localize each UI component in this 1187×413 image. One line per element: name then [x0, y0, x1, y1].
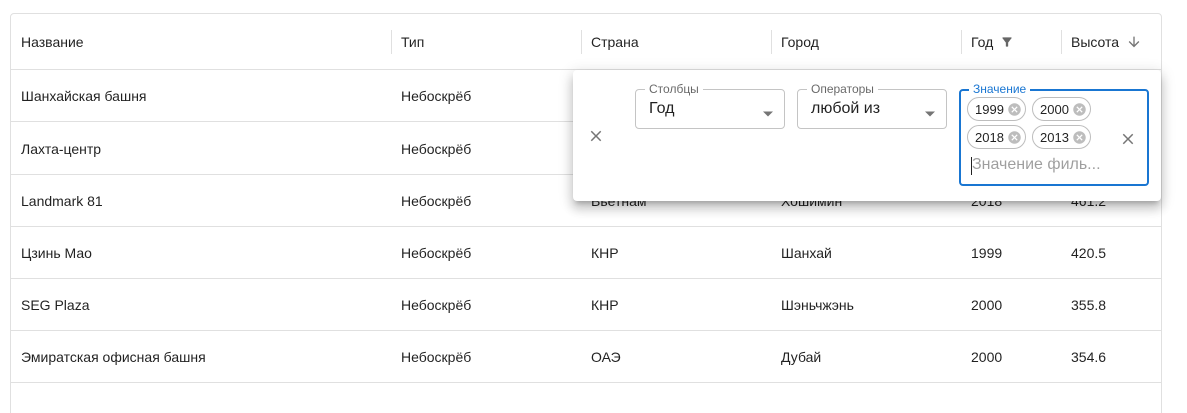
cell-type: Небоскрёб — [401, 193, 472, 209]
cell-name: Лахта-центр — [21, 141, 102, 157]
cell-city: Шэньчжэнь — [781, 297, 854, 313]
cell-year: 1999 — [971, 245, 1003, 261]
cell-name: Landmark 81 — [21, 193, 103, 209]
clear-value-button[interactable] — [1117, 128, 1139, 150]
cell-type: Небоскрёб — [401, 297, 472, 313]
chip-label: 2000 — [1040, 101, 1069, 117]
column-separator[interactable] — [581, 30, 582, 54]
column-header-label: Город — [781, 34, 819, 50]
cancel-circle-icon[interactable] — [1072, 130, 1087, 145]
cell-name: Эмиратская офисная башня — [21, 349, 206, 365]
value-chip[interactable]: 1999 — [967, 97, 1026, 121]
column-header-name[interactable]: Название — [21, 14, 84, 70]
column-header-city[interactable]: Город — [781, 14, 819, 70]
column-header-type[interactable]: Тип — [401, 14, 424, 70]
cell-country: КНР — [591, 245, 619, 261]
filter-value-input[interactable]: Значение филь... — [972, 156, 1101, 174]
cell-name: SEG Plaza — [21, 297, 90, 313]
cell-height: 420.5 — [1071, 245, 1107, 261]
column-header-label: Название — [21, 34, 84, 50]
delete-filter-button[interactable] — [585, 125, 607, 147]
cell-year: 2000 — [971, 349, 1003, 365]
filter-panel: Столбцы Год Операторы любой из Значение … — [573, 70, 1161, 201]
cell-height: 355.8 — [1071, 297, 1107, 313]
cancel-circle-icon[interactable] — [1007, 130, 1022, 145]
chip-label: 2018 — [975, 129, 1004, 145]
column-header-label: Год — [971, 34, 994, 50]
grid-header: Название Тип Страна Город Год Высота — [11, 14, 1161, 70]
filter-column-label: Столбцы — [645, 82, 703, 96]
close-icon — [1119, 130, 1137, 148]
filter-value-label: Значение — [969, 82, 1031, 96]
cell-type: Небоскрёб — [401, 88, 472, 104]
cell-year: 2000 — [971, 297, 1003, 313]
cell-name: Цзинь Мао — [21, 245, 92, 261]
cell-country: КНР — [591, 297, 619, 313]
cell-type: Небоскрёб — [401, 349, 472, 365]
cancel-circle-icon[interactable] — [1007, 102, 1022, 117]
cell-type: Небоскрёб — [401, 141, 472, 157]
close-icon — [587, 127, 605, 145]
filter-column-select[interactable]: Столбцы Год — [635, 82, 785, 129]
filter-operator-select[interactable]: Операторы любой из — [797, 82, 947, 129]
table-row[interactable]: SEG Plaza Небоскрёб КНР Шэньчжэнь 2000 3… — [11, 279, 1161, 331]
triangle-down-icon — [924, 105, 936, 123]
filter-column-value: Год — [649, 100, 675, 117]
value-chip[interactable]: 2018 — [967, 125, 1026, 149]
cell-city: Дубай — [781, 349, 822, 365]
value-chip[interactable]: 2000 — [1032, 97, 1091, 121]
table-row[interactable]: Цзинь Мао Небоскрёб КНР Шанхай 1999 420.… — [11, 227, 1161, 279]
column-separator[interactable] — [1061, 30, 1062, 54]
cell-city: Шанхай — [781, 245, 832, 261]
cell-name: Шанхайская башня — [21, 88, 147, 104]
column-separator[interactable] — [961, 30, 962, 54]
column-header-country[interactable]: Страна — [591, 14, 639, 70]
filter-operator-label: Операторы — [807, 82, 878, 96]
column-header-label: Страна — [591, 34, 639, 50]
column-header-height[interactable]: Высота — [1071, 14, 1142, 70]
chip-label: 1999 — [975, 101, 1004, 117]
cell-type: Небоскрёб — [401, 245, 472, 261]
cell-height: 354.6 — [1071, 349, 1107, 365]
arrow-down-icon[interactable] — [1126, 34, 1142, 50]
chip-label: 2013 — [1040, 129, 1069, 145]
column-separator[interactable] — [771, 30, 772, 54]
column-separator[interactable] — [391, 30, 392, 54]
column-header-year[interactable]: Год — [971, 14, 1014, 70]
filter-operator-value: любой из — [811, 100, 881, 117]
column-header-label: Тип — [401, 34, 425, 50]
cancel-circle-icon[interactable] — [1072, 102, 1087, 117]
column-header-label: Высота — [1071, 34, 1120, 50]
table-row[interactable]: Эмиратская офисная башня Небоскрёб ОАЭ Д… — [11, 331, 1161, 383]
value-chip[interactable]: 2013 — [1032, 125, 1091, 149]
cell-country: ОАЭ — [591, 349, 621, 365]
filter-icon[interactable] — [1000, 35, 1014, 49]
triangle-down-icon — [762, 105, 774, 123]
